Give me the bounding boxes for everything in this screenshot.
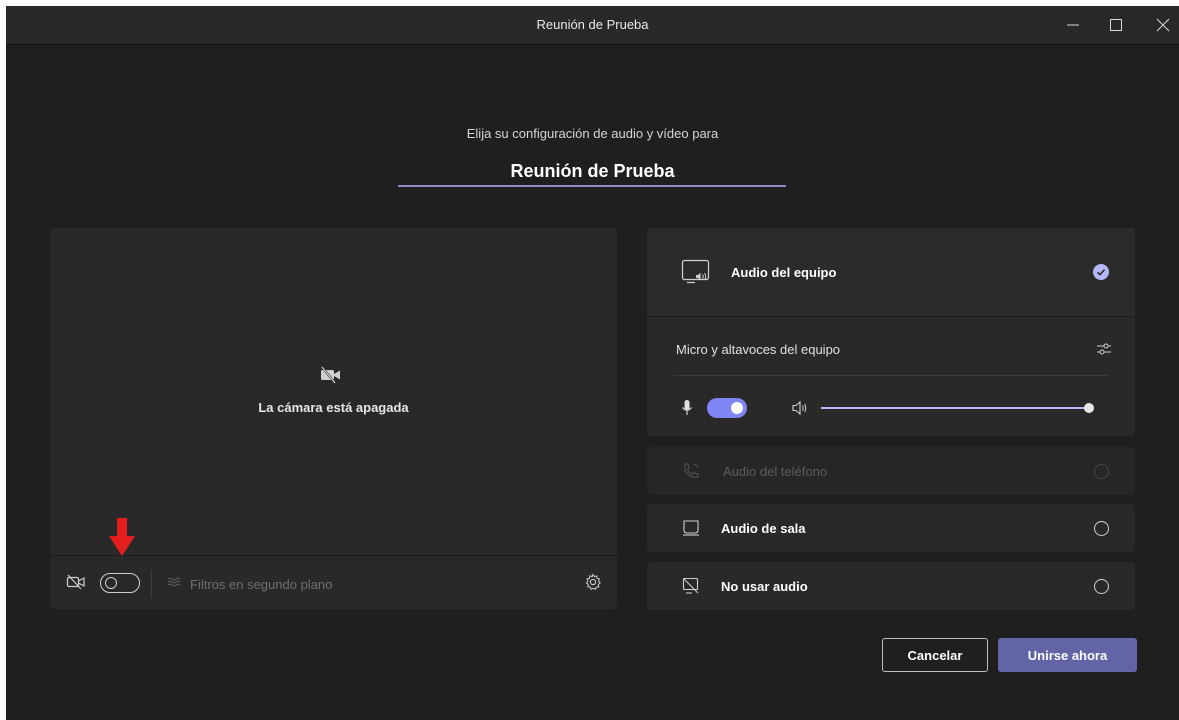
phone-audio-radio (1094, 463, 1109, 479)
computer-audio-icon (681, 259, 711, 285)
no-audio-option[interactable]: No usar audio (647, 562, 1135, 610)
device-settings-sliders-icon[interactable] (1095, 340, 1113, 363)
camera-off-message: La cámara está apagada (258, 400, 409, 415)
phone-audio-label: Audio del teléfono (723, 463, 828, 479)
volume-slider-thumb[interactable] (1084, 403, 1094, 413)
cancel-button[interactable]: Cancelar (882, 638, 988, 672)
meeting-name-field[interactable]: Reunión de Prueba (6, 161, 1179, 182)
phone-audio-icon (681, 461, 701, 481)
video-off-icon (66, 574, 86, 590)
microphone-toggle[interactable] (707, 398, 747, 418)
setup-subtitle: Elija su configuración de audio y vídeo … (466, 126, 719, 141)
speaker-icon (791, 400, 809, 416)
no-audio-label: No usar audio (721, 578, 808, 594)
camera-off-icon (320, 366, 342, 389)
computer-audio-option[interactable]: Audio del equipo (647, 228, 1135, 317)
video-toolbar: Filtros en segundo plano (50, 555, 617, 610)
device-label: Micro y altavoces del equipo (676, 341, 841, 357)
computer-audio-label: Audio del equipo (731, 264, 837, 280)
device-settings-icon[interactable] (584, 573, 602, 591)
room-audio-radio[interactable] (1094, 520, 1109, 536)
join-now-button[interactable]: Unirse ahora (998, 638, 1137, 672)
selected-check-icon (1093, 264, 1109, 280)
background-filters-button[interactable]: Filtros en segundo plano (166, 574, 332, 595)
room-audio-option[interactable]: Audio de sala (647, 504, 1135, 552)
no-audio-icon (681, 576, 701, 596)
close-icon[interactable] (1150, 12, 1176, 38)
background-filters-label: Filtros en segundo plano (190, 577, 333, 592)
audio-controls-row (647, 393, 1135, 423)
phone-audio-option: Audio del teléfono (647, 447, 1135, 495)
microphone-icon (681, 399, 693, 417)
background-filters-icon (166, 574, 182, 595)
meeting-name-underline (398, 185, 786, 187)
app-window: Reunión de Prueba Elija su configuración… (6, 6, 1179, 720)
camera-toggle[interactable] (100, 573, 140, 593)
computer-audio-card: Audio del equipo Micro y altavoces del e… (647, 228, 1135, 436)
title-bar: Reunión de Prueba (6, 6, 1179, 45)
no-audio-radio[interactable] (1094, 578, 1109, 594)
room-audio-label: Audio de sala (721, 520, 806, 536)
volume-slider-fill (821, 407, 1089, 409)
maximize-icon[interactable] (1103, 12, 1129, 38)
annotation-arrow-icon (107, 518, 137, 563)
device-row: Micro y altavoces del equipo (647, 336, 1135, 362)
window-title: Reunión de Prueba (536, 17, 649, 32)
minimize-icon[interactable] (1060, 12, 1086, 38)
volume-slider[interactable] (821, 402, 1094, 414)
toolbar-divider (151, 570, 152, 598)
device-divider (673, 375, 1108, 376)
room-audio-icon (681, 519, 701, 537)
